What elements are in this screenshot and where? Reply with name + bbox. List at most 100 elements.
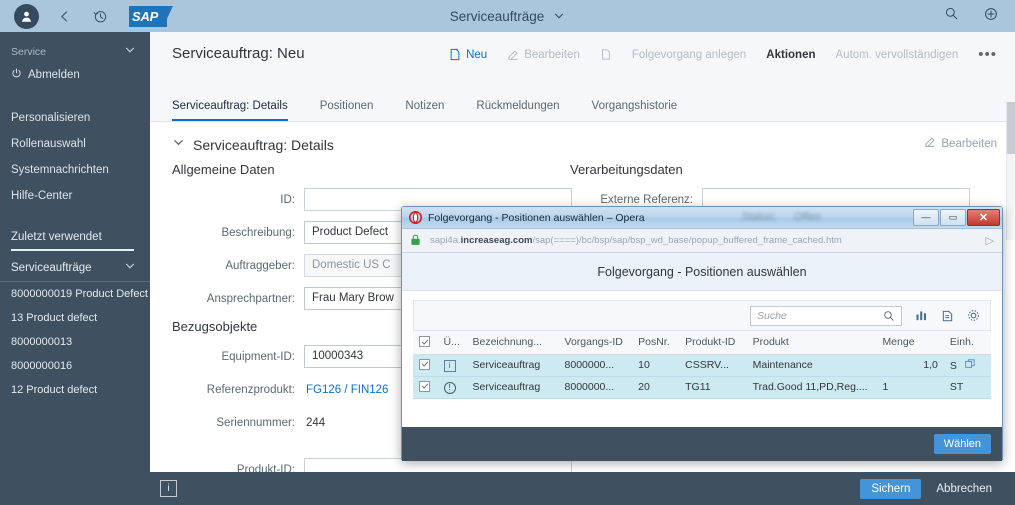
row-status-cell: i — [437, 354, 467, 377]
row-checkbox[interactable] — [419, 380, 430, 392]
select-button[interactable]: Wählen — [933, 434, 991, 454]
column-header-status[interactable]: Ü... — [437, 330, 467, 355]
collapse-chevron-icon[interactable] — [172, 136, 185, 154]
list-item[interactable]: 8000000013 — [0, 330, 150, 354]
cell-produkt: Maintenance — [746, 354, 877, 377]
minimize-button[interactable]: — — [913, 208, 939, 226]
overflow-dots-icon[interactable]: ••• — [978, 47, 997, 62]
autocomplete-label: Autom. vervollständigen — [835, 48, 959, 61]
section-edit-button[interactable]: Bearbeiten — [924, 136, 997, 151]
tab-notizen[interactable]: Notizen — [405, 100, 444, 121]
search-icon[interactable] — [944, 6, 959, 26]
maximize-button[interactable]: ▭ — [940, 208, 966, 226]
sidebar-group-label: Service — [11, 45, 47, 58]
chevron-down-icon[interactable] — [553, 10, 565, 22]
column-header-menge[interactable]: Menge — [876, 330, 944, 355]
select-all-header[interactable] — [413, 330, 438, 355]
sidebar-item-label: Rollenauswahl — [11, 138, 86, 150]
chevron-down-icon[interactable] — [124, 44, 136, 59]
cell-produkt-id: CSSRV... — [679, 354, 747, 377]
list-item[interactable]: 13 Product defect — [0, 306, 150, 330]
create-followup-button[interactable]: Folgevorgang anlegen — [632, 49, 746, 61]
save-button[interactable]: Sichern — [860, 478, 922, 499]
search-input[interactable]: Suche — [750, 305, 902, 326]
sidebar-item-hilfe-center[interactable]: Hilfe-Center — [0, 183, 150, 209]
sidebar-recent-label: 8000000013 — [11, 336, 73, 348]
sidebar-recent-header: Zuletzt verwendet — [0, 221, 150, 247]
avatar[interactable] — [14, 3, 39, 29]
info-box-icon[interactable]: i — [160, 480, 177, 497]
copy-button[interactable] — [600, 48, 612, 61]
actions-button[interactable]: Aktionen — [766, 49, 815, 61]
tab-serviceauftrag-details[interactable]: Serviceauftrag: Details — [172, 100, 288, 121]
select-all-checkbox[interactable] — [419, 336, 430, 347]
sidebar-item-personalisieren[interactable]: Personalisieren — [0, 105, 150, 131]
edit-button[interactable]: Bearbeiten — [507, 49, 580, 61]
tab-label: Notizen — [405, 100, 445, 112]
chart-bars-icon[interactable] — [915, 309, 928, 322]
sidebar-recent-label: 12 Product defect — [11, 384, 98, 396]
sap-logo-icon: SAP — [129, 5, 173, 27]
sidebar-group-serviceauftraege[interactable]: Serviceaufträge — [0, 251, 150, 281]
list-item[interactable]: 8000000019 Product Defect — [0, 282, 150, 306]
column-header-produkt[interactable]: Produkt — [746, 330, 877, 355]
add-user-icon[interactable] — [983, 6, 999, 27]
column-header-posnr[interactable]: PosNr. — [632, 330, 680, 355]
referenzprodukt-link[interactable]: FG126 / FIN126 — [304, 384, 388, 396]
tab-rueckmeldungen[interactable]: Rückmeldungen — [476, 100, 559, 121]
go-arrow-icon[interactable]: ▷ — [986, 234, 994, 247]
sidebar-item-label: Systemnachrichten — [11, 164, 109, 176]
back-icon[interactable] — [53, 5, 75, 27]
cell-vorgangs-id: 8000000... — [558, 376, 633, 399]
footer-actions: Sichern Abbrechen — [860, 478, 1015, 499]
row-select-cell[interactable] — [413, 376, 438, 399]
table-row[interactable]: ! Serviceauftrag 8000000... 20 TG11 Trad… — [413, 376, 991, 399]
cell-produkt: Trad.Good 11,PD,Reg.... — [746, 376, 877, 399]
tab-positionen[interactable]: Positionen — [320, 100, 374, 121]
items-table: Ü... Bezeichnung... Vorgangs-ID PosNr. P… — [413, 330, 991, 399]
table-body: i Serviceauftrag 8000000... 10 CSSRV... … — [413, 354, 991, 399]
secure-lock-icon — [410, 234, 422, 247]
power-icon — [11, 68, 22, 82]
cell-posnr: 20 — [632, 376, 680, 399]
export-icon[interactable] — [941, 309, 954, 322]
row-select-cell[interactable] — [413, 354, 438, 377]
table-row[interactable]: i Serviceauftrag 8000000... 10 CSSRV... … — [413, 354, 991, 377]
cancel-button[interactable]: Abbrechen — [927, 479, 1001, 499]
cell-posnr: 10 — [632, 354, 680, 377]
sidebar-group-service[interactable]: Service — [0, 32, 150, 61]
list-item[interactable]: 12 Product defect — [0, 378, 150, 402]
column-header-produkt-id[interactable]: Produkt-ID — [679, 330, 747, 355]
column-header-einheit[interactable]: Einh. — [943, 330, 991, 355]
column-header-vorgangs-id[interactable]: Vorgangs-ID — [558, 330, 633, 355]
field-label: Referenzprodukt: — [206, 383, 295, 396]
tab-vorgangshistorie[interactable]: Vorgangshistorie — [592, 100, 678, 121]
copy-icon — [600, 48, 612, 61]
column-header-bezeichnung[interactable]: Bezeichnung... — [466, 330, 559, 355]
autocomplete-button[interactable]: Autom. vervollständigen — [836, 49, 959, 61]
field-label: ID: — [280, 193, 295, 206]
sidebar-item-systemnachrichten[interactable]: Systemnachrichten — [0, 157, 150, 183]
sidebar-item-logout[interactable]: Abmelden — [0, 61, 150, 89]
field-label: Ansprechpartner: — [206, 292, 295, 305]
search-icon[interactable] — [883, 310, 895, 322]
sidebar-item-rollenauswahl[interactable]: Rollenauswahl — [0, 131, 150, 157]
group-title-allgemeine-daten: Allgemeine Daten — [172, 162, 275, 177]
popup-address-bar[interactable]: sapi4a.increaseag.com/sap(====)/bc/bsp/s… — [402, 229, 1002, 253]
chevron-down-icon[interactable] — [124, 260, 136, 275]
shell-title[interactable]: Serviceaufträge — [450, 9, 545, 24]
popup-title-bar[interactable]: Folgevorgang - Positionen auswählen – Op… — [402, 207, 1002, 229]
cell-einheit: S — [943, 354, 991, 377]
gear-icon[interactable] — [967, 309, 980, 322]
close-button[interactable]: ✕ — [967, 208, 1000, 226]
scrollbar-thumb[interactable] — [1007, 102, 1015, 154]
cell-produkt-id: TG11 — [679, 376, 747, 399]
new-button[interactable]: Neu — [449, 48, 487, 61]
row-checkbox[interactable] — [419, 358, 430, 370]
warning-icon: ! — [443, 381, 456, 394]
history-clock-icon[interactable] — [89, 5, 111, 27]
expand-cell-icon[interactable] — [965, 358, 975, 372]
vertical-scrollbar[interactable] — [1006, 102, 1015, 240]
sidebar-recent-label: 13 Product defect — [11, 312, 98, 324]
list-item[interactable]: 8000000016 — [0, 354, 150, 378]
